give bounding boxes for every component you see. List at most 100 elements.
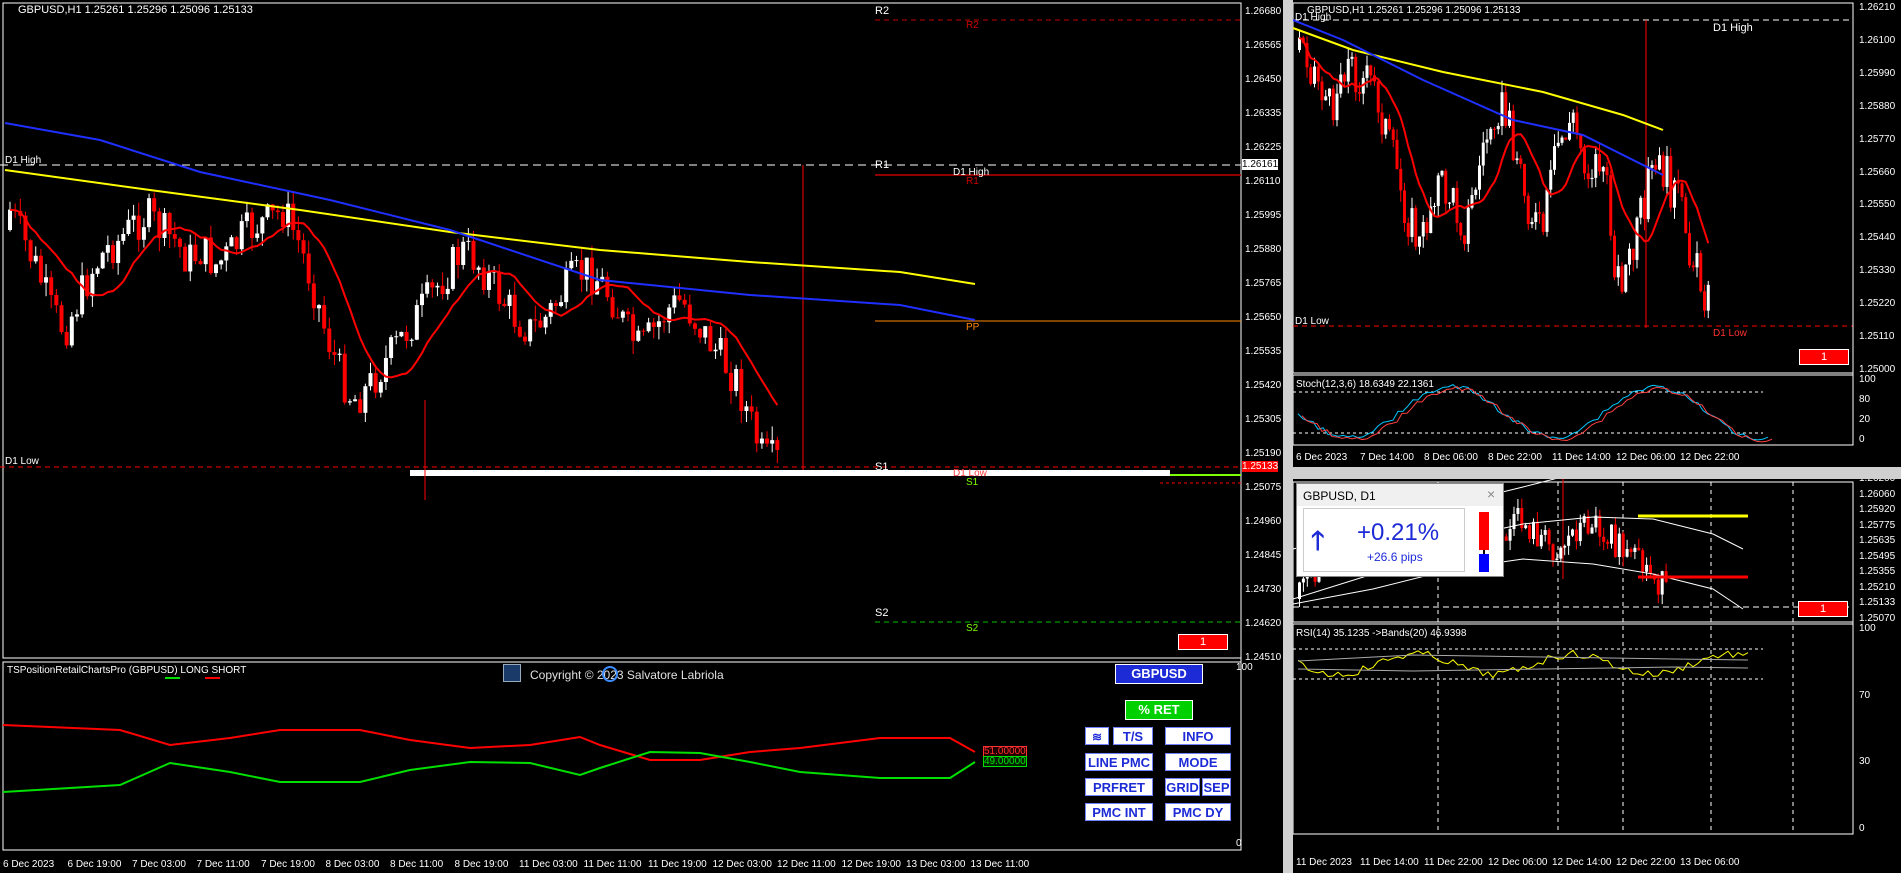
candle-body bbox=[1485, 139, 1489, 143]
candle-body bbox=[244, 212, 249, 222]
candle-body bbox=[69, 316, 74, 346]
candle-body bbox=[136, 215, 141, 240]
highlight-bar bbox=[410, 470, 1170, 476]
price-axis-label: 100 bbox=[1859, 623, 1876, 634]
time-axis-label: 7 Dec 19:00 bbox=[261, 859, 315, 870]
mode-button[interactable]: MODE bbox=[1165, 753, 1231, 771]
rt-d1-high-left: D1 High bbox=[1295, 12, 1332, 23]
right-bottom-chart-window[interactable]: GBPUSD, D1 × 🡑 +0.21% +26.6 pips 1 RSI(1… bbox=[1293, 479, 1901, 873]
candle-body bbox=[1358, 92, 1361, 94]
long-line bbox=[2, 724, 976, 761]
candle-body bbox=[1504, 536, 1508, 541]
candle-body bbox=[723, 337, 728, 373]
candle-body bbox=[1637, 547, 1641, 551]
price-axis-label: 1.25770 bbox=[1859, 133, 1896, 145]
candle-body bbox=[1610, 524, 1613, 544]
candle-body bbox=[1459, 223, 1463, 236]
order-tag[interactable]: 1 bbox=[1178, 634, 1228, 650]
candle-body bbox=[1350, 56, 1354, 59]
time-axis-label: 7 Dec 14:00 bbox=[1360, 452, 1414, 463]
pmc-dy-button[interactable]: PMC DY bbox=[1165, 803, 1231, 821]
rsi-frame bbox=[1293, 623, 1854, 835]
candle-body bbox=[183, 246, 188, 272]
price-axis-label: 1.25495 bbox=[1859, 550, 1896, 562]
candle-body bbox=[497, 271, 502, 304]
candle-body bbox=[1369, 65, 1373, 76]
candle-body bbox=[713, 349, 718, 352]
prfret-button[interactable]: PRFRET bbox=[1085, 778, 1153, 796]
candle-body bbox=[1564, 137, 1568, 140]
s2-label: S2 bbox=[875, 607, 889, 619]
d1-change-popup[interactable]: GBPUSD, D1 × 🡑 +0.21% +26.6 pips bbox=[1296, 483, 1504, 577]
candle-body bbox=[1523, 163, 1526, 196]
candle-body bbox=[172, 234, 177, 239]
sep-button[interactable]: SEP bbox=[1202, 778, 1231, 796]
price-axis-label: 1.25635 bbox=[1859, 535, 1896, 547]
candle-body bbox=[234, 237, 239, 250]
time-axis-label: 7 Dec 03:00 bbox=[132, 859, 186, 870]
candle-body bbox=[1549, 169, 1553, 190]
main-chart-window[interactable]: GBPUSD,H1 1.25261 1.25296 1.25096 1.2513… bbox=[0, 0, 1283, 873]
time-axis-label: 12 Dec 22:00 bbox=[1616, 857, 1676, 868]
horizontal-divider[interactable] bbox=[1293, 467, 1901, 479]
candle-body bbox=[1301, 578, 1305, 583]
copyright-circle-icon bbox=[602, 666, 618, 682]
candle-body bbox=[1590, 527, 1594, 534]
candle-body bbox=[553, 303, 558, 306]
candle-body bbox=[512, 294, 517, 327]
price-axis-label: 1.26110 bbox=[1245, 176, 1281, 187]
wave-icon-button[interactable]: ≋ bbox=[1085, 727, 1109, 745]
rt-order-tag[interactable]: 1 bbox=[1799, 349, 1849, 365]
pmc-int-button[interactable]: PMC INT bbox=[1085, 803, 1153, 821]
candle-body bbox=[1616, 266, 1620, 278]
candle-body bbox=[1496, 126, 1500, 130]
candle-body bbox=[1654, 164, 1658, 170]
candle-body bbox=[214, 264, 218, 274]
time-axis-label: 13 Dec 11:00 bbox=[970, 859, 1030, 870]
candle-body bbox=[1695, 253, 1699, 268]
candle-body bbox=[1451, 188, 1455, 203]
candle-body bbox=[734, 369, 739, 391]
candle-body bbox=[162, 213, 167, 238]
window-divider[interactable] bbox=[1283, 0, 1293, 873]
candle-body bbox=[1384, 118, 1388, 135]
info-button[interactable]: INFO bbox=[1165, 727, 1231, 745]
price-axis-label: 1.25210 bbox=[1859, 581, 1896, 593]
candle-body bbox=[275, 210, 280, 213]
close-icon[interactable]: × bbox=[1487, 486, 1495, 502]
candle-body bbox=[1309, 67, 1313, 84]
candle-body bbox=[296, 230, 301, 241]
price-axis-label: 1.25440 bbox=[1859, 232, 1896, 244]
candle-body bbox=[100, 252, 105, 269]
candle-body bbox=[1559, 547, 1563, 559]
right-top-chart-window[interactable]: GBPUSD,H1 1.25261 1.25296 1.25096 1.2513… bbox=[1293, 0, 1901, 467]
symbol-button[interactable]: GBPUSD bbox=[1115, 664, 1203, 684]
ts-button[interactable]: T/S bbox=[1113, 727, 1153, 745]
candle-body bbox=[1335, 93, 1339, 121]
main-frame bbox=[2, 2, 1242, 659]
ret-button[interactable]: % RET bbox=[1125, 700, 1193, 720]
r1-label: R1 bbox=[875, 159, 890, 171]
candle-body bbox=[435, 285, 440, 288]
rt-d1-high-label: D1 High bbox=[1713, 22, 1753, 34]
candle-body bbox=[1586, 516, 1590, 534]
candle-body bbox=[250, 212, 255, 238]
candle-body bbox=[1650, 164, 1654, 168]
right-top-price-chart[interactable] bbox=[1293, 0, 1901, 467]
candle-body bbox=[559, 302, 564, 306]
price-axis-label: 1.24730 bbox=[1245, 584, 1282, 595]
rb-order-tag[interactable]: 1 bbox=[1798, 601, 1848, 617]
candle-body bbox=[517, 326, 522, 337]
candle-body bbox=[1493, 128, 1496, 130]
price-axis-label: 1.26225 bbox=[1245, 142, 1282, 153]
line-pmc-button[interactable]: LINE PMC bbox=[1085, 753, 1153, 771]
candle-body bbox=[1582, 516, 1586, 523]
price-axis-label: 1.26680 bbox=[1245, 6, 1282, 17]
candle-body bbox=[1567, 535, 1571, 546]
candle-body bbox=[1436, 175, 1440, 207]
price-axis-label: 1.25550 bbox=[1859, 199, 1896, 211]
candle-body bbox=[1406, 223, 1410, 237]
grid-button[interactable]: GRID bbox=[1165, 778, 1200, 796]
candle-body bbox=[543, 316, 548, 328]
price-axis-label: 1.25220 bbox=[1859, 298, 1896, 310]
